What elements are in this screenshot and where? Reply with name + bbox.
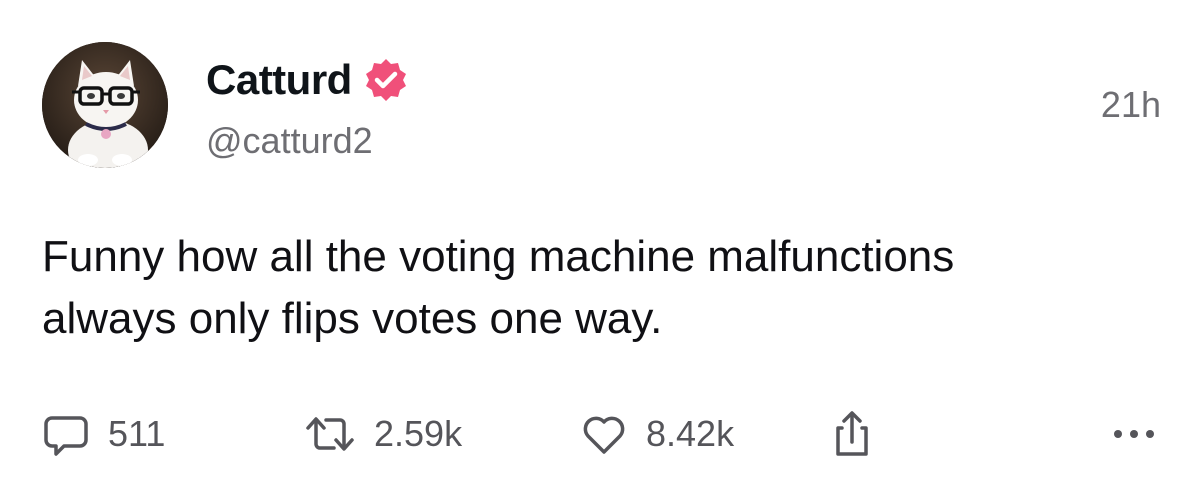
heart-icon	[583, 416, 625, 454]
reply-count: 511	[108, 413, 166, 454]
post-text-line: always only flips votes one way.	[42, 294, 663, 343]
repost-count: 2.59k	[374, 413, 463, 454]
speech-bubble-icon	[44, 416, 88, 456]
repost-arrows-icon	[306, 417, 354, 451]
post-text-line: Funny how all the voting machine malfunc…	[42, 232, 955, 281]
post-card: Catturd @catturd2 21h Funny how all the …	[0, 0, 1197, 502]
post-actions-bar: 511 2.59k 8.42k	[42, 404, 1162, 464]
post-body: Funny how all the voting machine malfunc…	[42, 226, 1142, 350]
author-avatar[interactable]	[42, 42, 168, 168]
like-button[interactable]: 8.42k	[580, 404, 734, 464]
author-name-row: Catturd	[206, 54, 410, 106]
repost-button[interactable]: 2.59k	[304, 404, 462, 464]
cat-avatar-image	[42, 42, 168, 168]
more-dots-icon	[1114, 430, 1154, 438]
share-button[interactable]	[828, 404, 876, 464]
reply-button[interactable]: 511	[42, 404, 165, 464]
verified-badge-icon	[362, 56, 410, 104]
author-display-name[interactable]: Catturd	[206, 56, 352, 104]
post-timestamp[interactable]: 21h	[1101, 84, 1161, 126]
share-icon	[836, 411, 868, 456]
like-count: 8.42k	[646, 413, 735, 454]
author-handle[interactable]: @catturd2	[206, 120, 373, 162]
more-options-button[interactable]	[1110, 404, 1158, 464]
